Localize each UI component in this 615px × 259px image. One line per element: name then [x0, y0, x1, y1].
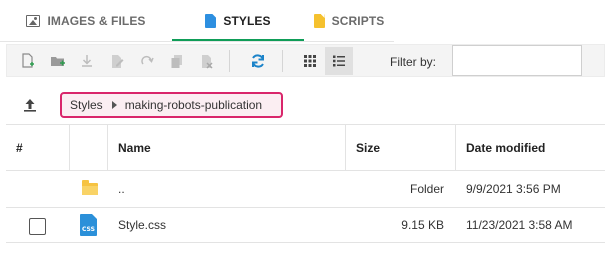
breadcrumb-item-current[interactable]: making-robots-publication — [125, 98, 262, 112]
grid-view-icon — [304, 55, 316, 67]
breadcrumb-item-styles[interactable]: Styles — [70, 98, 103, 112]
column-divider — [345, 125, 346, 170]
toolbar: Filter by: — [6, 44, 605, 77]
toolbar-separator — [229, 50, 230, 72]
new-folder-button[interactable] — [44, 47, 72, 75]
breadcrumb: Styles making-robots-publication — [60, 92, 283, 118]
file-size: 9.15 KB — [401, 218, 444, 232]
tab-styles[interactable]: STYLES — [172, 0, 304, 42]
tab-label: IMAGES & FILES — [47, 14, 146, 28]
row-select-checkbox[interactable] — [29, 218, 46, 235]
file-table: # Name Size Date modified .. Folder 9/9/… — [6, 124, 605, 243]
list-view-button[interactable] — [325, 47, 353, 75]
delete-icon — [202, 54, 213, 69]
edit-icon — [112, 54, 124, 68]
file-size: Folder — [409, 182, 444, 196]
filter-label: Filter by: — [390, 55, 437, 69]
download-button[interactable] — [73, 47, 101, 75]
refresh-icon — [252, 54, 264, 68]
redo-button[interactable] — [133, 47, 161, 75]
edit-button[interactable] — [103, 47, 131, 75]
column-divider — [455, 125, 456, 170]
tab-scripts[interactable]: SCRIPTS — [304, 0, 394, 42]
column-divider — [69, 125, 70, 170]
script-file-icon — [313, 14, 325, 28]
grid-view-button[interactable] — [296, 47, 324, 75]
filter-input[interactable] — [452, 45, 582, 76]
file-date-modified: 9/9/2021 3:56 PM — [466, 182, 561, 196]
table-row[interactable]: CSS Style.css 9.15 KB 11/23/2021 3:58 AM — [6, 208, 605, 243]
arrow-up-icon — [24, 99, 36, 112]
table-header-row: # Name Size Date modified — [6, 124, 605, 171]
download-icon — [82, 55, 92, 67]
tab-bar: IMAGES & FILES STYLES SCRIPTS — [0, 0, 615, 42]
copy-button[interactable] — [163, 47, 191, 75]
redo-icon — [141, 55, 154, 65]
new-file-button[interactable] — [14, 47, 42, 75]
column-header-size[interactable]: Size — [356, 125, 380, 170]
file-name[interactable]: Style.css — [118, 208, 166, 242]
new-folder-icon — [51, 57, 65, 66]
tab-images-files[interactable]: IMAGES & FILES — [0, 0, 172, 42]
tab-label: STYLES — [223, 14, 271, 28]
column-header-date-modified[interactable]: Date modified — [466, 125, 545, 170]
css-file-icon: CSS — [80, 214, 97, 236]
chevron-right-icon — [111, 101, 117, 109]
toolbar-separator — [282, 50, 283, 72]
new-file-icon — [22, 53, 34, 68]
column-header-name[interactable]: Name — [118, 125, 151, 170]
column-divider — [107, 125, 108, 170]
table-row[interactable]: .. Folder 9/9/2021 3:56 PM — [6, 171, 605, 208]
image-icon — [26, 15, 41, 27]
tab-label: SCRIPTS — [331, 14, 385, 28]
folder-icon — [82, 180, 98, 195]
column-header-hash: # — [16, 140, 23, 155]
file-name[interactable]: .. — [118, 171, 125, 207]
file-date-modified: 11/23/2021 3:58 AM — [466, 218, 573, 232]
tabs-divider — [0, 41, 394, 42]
navigate-up-button[interactable] — [20, 96, 40, 114]
list-view-icon — [333, 55, 345, 67]
refresh-button[interactable] — [244, 47, 272, 75]
delete-button[interactable] — [193, 47, 221, 75]
copy-icon — [171, 54, 182, 68]
stylesheet-file-icon — [205, 14, 217, 28]
